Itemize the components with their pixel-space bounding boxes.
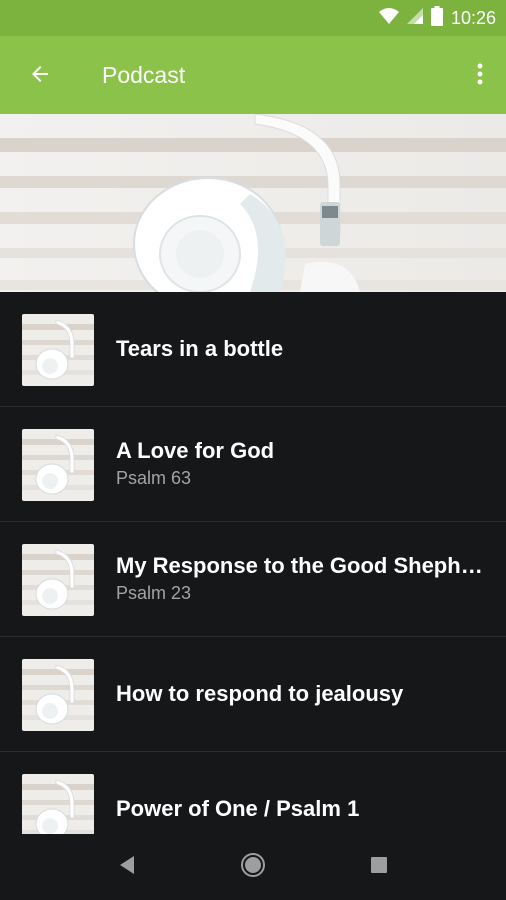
status-time: 10:26 xyxy=(450,7,496,28)
app-bar: Podcast xyxy=(0,36,506,114)
episode-subtitle: Psalm 63 xyxy=(116,468,192,488)
nav-home-button[interactable] xyxy=(236,850,270,884)
wifi-icon xyxy=(378,7,399,30)
episode-thumbnail xyxy=(22,544,94,616)
episode-title: Power of One / Psalm 1 xyxy=(116,796,360,821)
nav-back-button[interactable] xyxy=(110,850,144,884)
recents-square-icon xyxy=(370,856,388,879)
battery-icon xyxy=(430,5,443,31)
episode-thumbnail xyxy=(22,429,94,501)
home-circle-icon xyxy=(240,852,266,883)
list-item[interactable]: A Love for God Psalm 63 xyxy=(0,407,506,522)
list-item[interactable]: Tears in a bottle xyxy=(0,292,506,407)
list-item[interactable]: My Response to the Good Shepherd Psalm 2… xyxy=(0,522,506,637)
nav-recents-button[interactable] xyxy=(362,850,396,884)
overflow-menu-button[interactable] xyxy=(468,56,492,96)
episode-title: My Response to the Good Shepherd xyxy=(116,553,484,578)
status-bar: 10:26 xyxy=(0,0,506,36)
episode-title: Tears in a bottle xyxy=(116,336,284,361)
episode-subtitle: Psalm 23 xyxy=(116,583,192,603)
episode-title: How to respond to jealousy xyxy=(116,681,404,706)
back-button[interactable] xyxy=(20,56,60,96)
arrow-left-icon xyxy=(28,62,52,91)
hero-image xyxy=(0,114,506,292)
episode-title: A Love for God xyxy=(116,438,275,463)
system-nav-bar xyxy=(0,834,506,900)
list-item[interactable]: How to respond to jealousy xyxy=(0,637,506,752)
more-vert-icon xyxy=(477,62,483,91)
episode-thumbnail xyxy=(22,659,94,731)
signal-icon xyxy=(406,7,423,29)
episode-thumbnail xyxy=(22,314,94,386)
status-icons: 10:26 xyxy=(378,5,496,31)
back-triangle-icon xyxy=(118,855,136,880)
episode-thumbnail xyxy=(22,774,94,834)
page-title: Podcast xyxy=(102,62,186,88)
episode-list: Tears in a bottle A Love for God Psalm 6… xyxy=(0,292,506,834)
list-item[interactable]: Power of One / Psalm 1 xyxy=(0,752,506,834)
